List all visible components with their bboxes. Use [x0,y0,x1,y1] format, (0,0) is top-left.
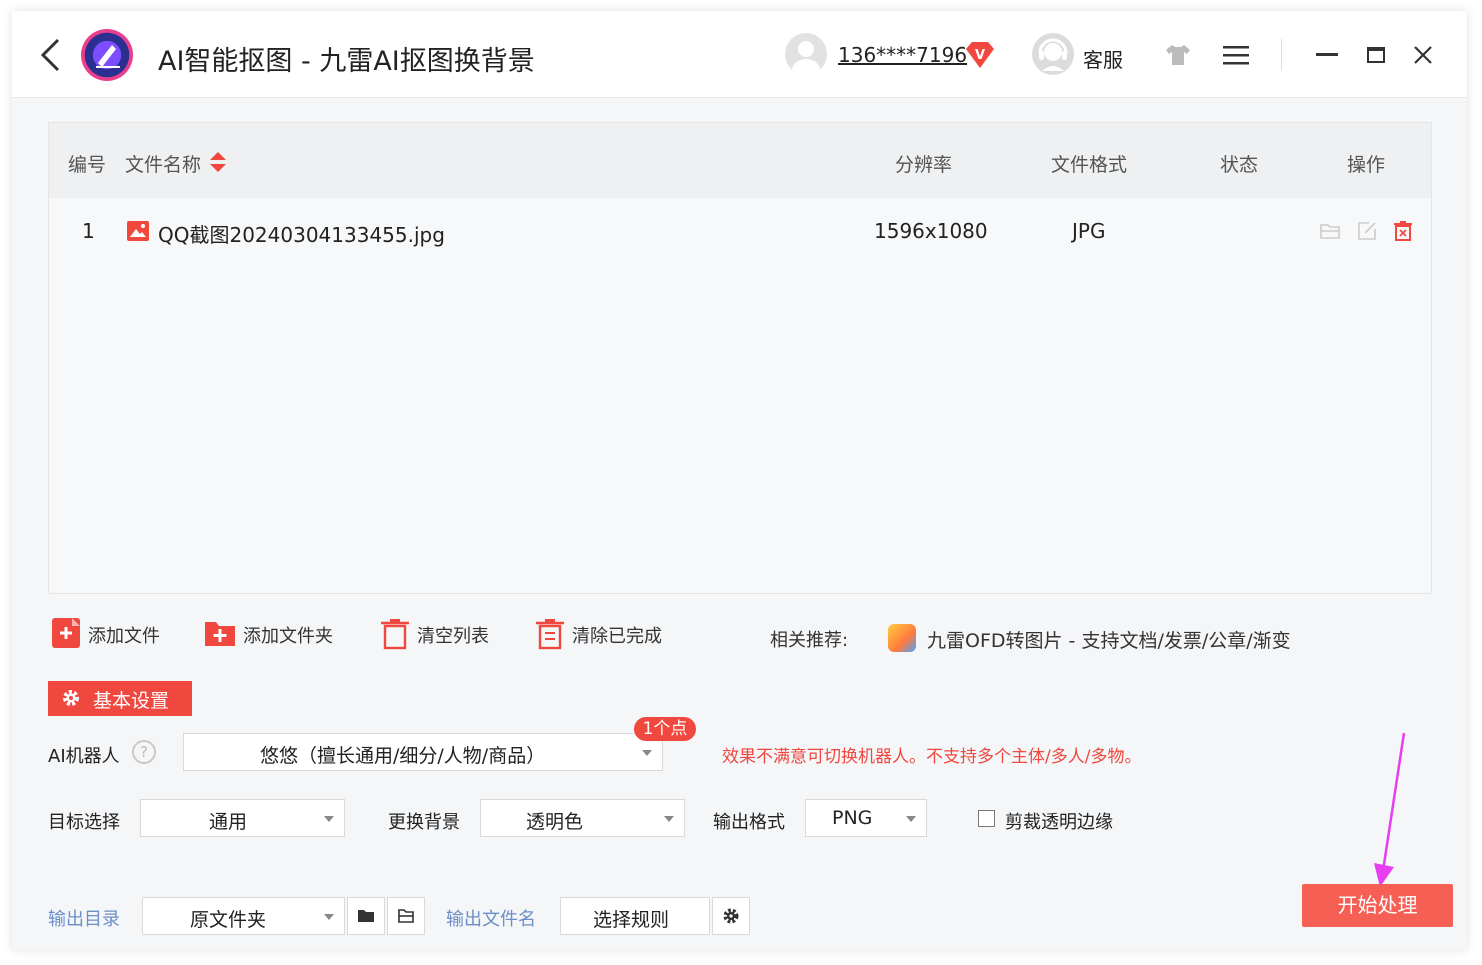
sort-icon[interactable] [209,151,227,173]
row-format: JPG [1072,219,1106,243]
open-folder-icon [398,909,414,923]
header-format: 文件格式 [1051,154,1128,176]
skin-shirt-icon[interactable] [1164,43,1192,67]
crop-edge-label[interactable]: 剪裁透明边缘 [1005,808,1113,834]
robot-warning: 效果不满意可切换机器人。不支持多个主体/多人/多物。 [722,747,1142,767]
row-resolution: 1596x1080 [874,219,988,243]
title-bar: AI智能抠图 - 九雷AI抠图换背景 136****7196 V 客服 [12,11,1467,98]
vip-badge-icon: V [966,42,994,68]
customer-service-label[interactable]: 客服 [1083,44,1123,73]
add-file-label: 添加文件 [88,626,160,647]
clear-list-label: 清空列表 [417,626,489,647]
menu-icon[interactable] [1223,45,1249,65]
settings-tab-label: 基本设置 [93,690,170,712]
name-rule-settings-button[interactable] [712,897,750,935]
clear-done-label: 清除已完成 [572,626,662,647]
clear-done-button[interactable]: 清除已完成 [535,618,675,650]
output-name-label: 输出文件名 [446,909,536,930]
background-value: 透明色 [526,811,584,833]
header-filename[interactable]: 文件名称 [125,150,201,177]
gear-icon [723,908,739,924]
output-format-label: 输出格式 [713,812,785,833]
target-label: 目标选择 [48,812,120,833]
ai-robot-value: 悠悠（擅长通用/细分/人物/商品） [260,745,546,767]
add-file-icon [52,618,80,648]
background-label: 更换背景 [388,812,460,833]
maximize-button[interactable] [1367,47,1385,63]
chevron-down-icon [324,816,334,822]
vip-letter: V [975,48,985,63]
target-value: 通用 [209,811,248,833]
add-folder-label: 添加文件夹 [243,626,333,647]
ai-robot-select[interactable]: 悠悠（擅长通用/细分/人物/商品） [183,733,663,771]
customer-service-icon[interactable] [1032,33,1074,75]
output-dir-label: 输出目录 [48,909,120,930]
ofd-app-icon[interactable] [888,624,916,652]
ai-robot-label: AI机器人 [48,746,120,767]
browse-folder-button[interactable] [347,897,385,935]
titlebar-divider [1281,39,1282,71]
target-select[interactable]: 通用 [140,799,345,837]
header-actions: 操作 [1347,154,1386,176]
folder-icon [358,910,374,922]
recommend-label: 相关推荐: [770,630,849,651]
gear-icon [63,690,79,706]
back-arrow-icon[interactable] [38,37,64,73]
trash-icon [381,619,409,650]
start-processing-button[interactable]: 开始处理 [1302,884,1453,927]
row-index: 1 [82,219,95,243]
table-header: 编号 文件名称 分辨率 文件格式 状态 操作 [49,123,1431,198]
background-select[interactable]: 透明色 [480,799,685,837]
app-title: AI智能抠图 - 九雷AI抠图换背景 [158,46,535,77]
output-dir-select[interactable]: 原文件夹 [142,897,345,935]
trash-list-icon [536,619,564,650]
chevron-down-icon [642,750,652,756]
recommend-link[interactable]: 九雷OFD转图片 - 支持文档/发票/公章/渐变 [927,626,1291,653]
tab-basic-settings[interactable]: 基本设置 [48,681,192,716]
header-index: 编号 [68,154,107,176]
add-folder-icon [205,622,235,646]
chevron-down-icon [906,816,916,822]
row-filename: QQ截图20240304133455.jpg [158,223,445,247]
add-folder-button[interactable]: 添加文件夹 [205,618,345,650]
output-format-select[interactable]: PNG [805,799,927,837]
output-name-rule-button[interactable]: 选择规则 [560,897,710,935]
delete-icon[interactable] [1392,220,1414,242]
output-dir-value: 原文件夹 [190,909,267,931]
app-logo [81,29,133,81]
edit-icon[interactable] [1356,220,1378,242]
app-window: AI智能抠图 - 九雷AI抠图换背景 136****7196 V 客服 编号 文… [12,11,1467,950]
add-file-button[interactable]: 添加文件 [52,618,172,650]
image-file-icon [127,221,149,241]
user-phone[interactable]: 136****7196 [838,43,967,67]
help-icon[interactable]: ? [132,740,156,764]
user-avatar[interactable] [785,33,827,75]
output-name-value: 选择规则 [593,909,670,931]
annotation-arrow [1374,732,1406,887]
points-badge: 1个点 [634,717,696,741]
clear-list-button[interactable]: 清空列表 [380,618,500,650]
open-folder-icon[interactable] [1319,220,1341,242]
chevron-down-icon [324,914,334,920]
open-output-folder-button[interactable] [387,897,425,935]
header-status: 状态 [1220,154,1259,176]
file-table: 编号 文件名称 分辨率 文件格式 状态 操作 1 QQ截图20240304133… [48,122,1432,594]
header-resolution: 分辨率 [895,154,953,176]
close-icon[interactable] [1411,43,1435,67]
minimize-button[interactable] [1316,53,1338,56]
chevron-down-icon [664,816,674,822]
crop-edge-checkbox[interactable] [978,810,995,827]
output-format-value: PNG [832,807,873,829]
